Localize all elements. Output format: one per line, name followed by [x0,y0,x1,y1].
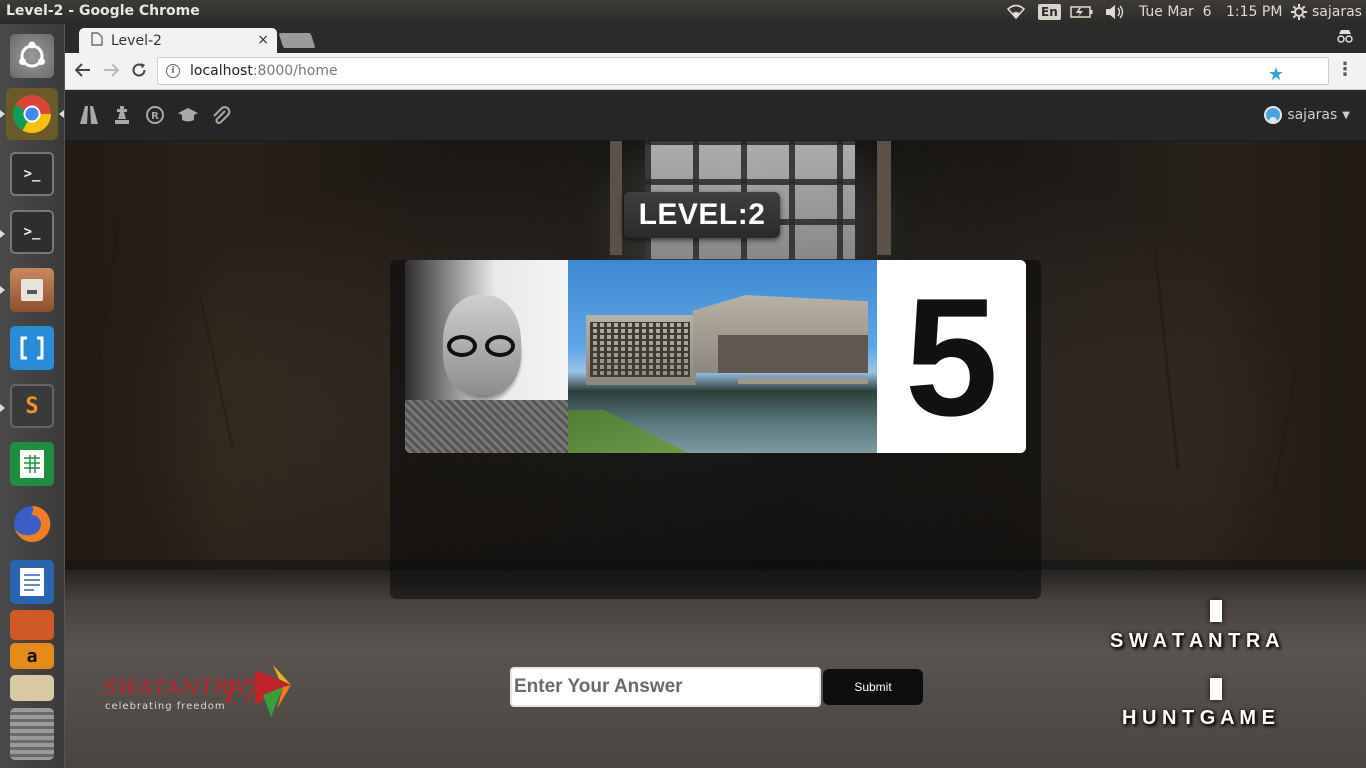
volume-icon[interactable] [1104,0,1126,24]
page-content: R sajaras ▼ LEVEL:2 5 Enter Your Answer … [65,90,1366,768]
wall-crack [1153,250,1180,470]
clock-display[interactable]: 1:15 PM [1226,4,1282,20]
battery-icon[interactable] [1070,0,1094,24]
road-icon[interactable] [78,104,100,126]
portrait-photo [405,260,568,453]
tab-level-2[interactable]: Level-2 × [79,28,277,53]
info-icon[interactable]: i [166,64,180,78]
brand-line-swatantra: S W A T A N T R A [1110,630,1280,652]
browser-toolbar: i localhost :8000/home ★ ⋮ [65,53,1366,90]
wifi-icon[interactable] [1006,0,1026,24]
firefox-icon [10,502,54,546]
launcher-terminal-2[interactable]: >_ [6,206,58,258]
files-cabinet-icon [10,268,54,312]
wall-crack [91,210,122,410]
username-label: sajaras [1287,107,1338,123]
clue-number: 5 [877,260,1026,453]
wall-crack [198,291,234,449]
dash-home-button[interactable] [6,30,58,82]
session-username: sajaras [1312,4,1362,20]
system-top-panel: Level-2 - Google Chrome En Tue Mar 6 1:1… [0,0,1366,24]
tab-title: Level-2 [111,32,162,49]
caret-down-icon: ▼ [1342,109,1350,121]
ubuntu-logo-icon [10,34,54,78]
arrow-right-icon [104,63,120,77]
amazon-icon: a [10,643,54,669]
arrow-left-icon [74,63,90,77]
svg-text:R: R [151,111,159,122]
page-icon [91,31,103,50]
document-icon [10,560,54,604]
terminal-icon: >_ [10,152,54,196]
graduation-cap-icon[interactable] [177,104,199,126]
launcher-terminal-1[interactable]: >_ [6,148,58,200]
chess-icon[interactable] [111,104,133,126]
paperclip-icon[interactable] [210,104,232,126]
input-language-indicator[interactable]: En [1038,4,1061,20]
gear-icon [1290,3,1308,21]
user-menu[interactable]: sajaras ▼ [1264,106,1350,124]
level-title: LEVEL:2 [624,192,780,238]
brand-bar [1210,678,1222,700]
back-button[interactable] [71,60,95,84]
logo-tagline: celebrating freedom [105,701,226,712]
launcher-texteditor[interactable] [6,668,58,708]
puzzle-clue-image: 5 [405,260,1026,453]
user-avatar-icon [1264,106,1283,124]
new-tab-button[interactable] [278,33,316,48]
spreadsheet-icon [10,442,54,486]
launcher-calc[interactable] [6,438,58,490]
address-bar[interactable]: i localhost :8000/home ★ [157,57,1329,85]
submit-button[interactable]: Submit [823,669,923,705]
app-navbar: R sajaras ▼ [65,90,1366,141]
chrome-icon [10,92,54,136]
registered-icon[interactable]: R [144,104,166,126]
puzzle-panel: 5 [390,260,1041,599]
browser-tab-strip: Level-2 × [65,24,1366,53]
url-path: :8000/home [252,63,338,79]
background-window-frame [610,140,622,255]
bookmark-star-icon[interactable]: ★ [1268,64,1284,85]
hunt-game-brand: S W A T A N T R A H U N T G A M E [1105,600,1335,750]
ubuntu-launcher: >_ >_ S a [0,24,65,768]
building-photo [568,260,877,453]
brand-line-huntgame: H U N T G A M E [1122,707,1275,729]
tab-close-button[interactable]: × [257,32,269,48]
launcher-chrome[interactable] [6,88,58,140]
wall-crack [1271,350,1301,500]
sublime-text-icon: S [10,384,54,428]
brand-bar [1210,600,1222,622]
incognito-icon [1336,29,1354,47]
brackets-icon [10,326,54,370]
forward-button[interactable] [99,60,123,84]
launcher-firefox[interactable] [6,498,58,550]
background-window-frame [877,140,891,255]
launcher-writer[interactable] [6,556,58,608]
window-title: Level-2 - Google Chrome [6,3,200,19]
answer-input[interactable] [510,667,821,707]
chrome-menu-icon[interactable]: ⋮ [1336,59,1354,80]
launcher-trash[interactable] [6,704,58,764]
url-host: localhost [190,63,253,79]
swatantra-logo: SWATANTRA 17 celebrating freedom [103,665,293,725]
reload-button[interactable] [127,60,151,84]
stacked-items-icon [10,708,54,760]
text-editor-icon [10,675,54,701]
date-display[interactable]: Tue Mar 6 [1139,4,1212,20]
session-menu[interactable]: sajaras [1290,0,1362,24]
reload-icon [132,63,146,77]
terminal-icon: >_ [10,210,54,254]
launcher-files[interactable] [6,264,58,316]
logo-triangle-mark [255,665,291,717]
launcher-brackets[interactable] [6,322,58,374]
launcher-sublime[interactable]: S [6,380,58,432]
